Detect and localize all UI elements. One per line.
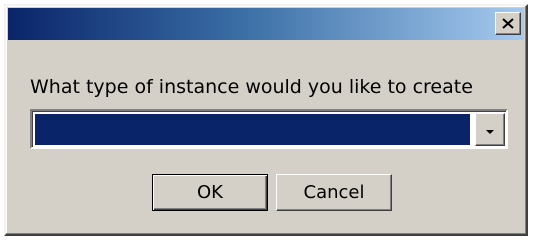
instance-type-prompt: What type of instance would you like to … (30, 76, 473, 98)
close-button[interactable] (495, 12, 521, 35)
instance-type-dropdown[interactable] (30, 109, 508, 149)
instance-type-selected-value[interactable] (35, 114, 470, 145)
close-icon (502, 14, 514, 33)
cancel-button[interactable]: Cancel (276, 174, 392, 211)
chevron-down-icon (485, 120, 495, 139)
combo-frame (32, 111, 506, 147)
title-bar[interactable] (8, 8, 524, 40)
dropdown-button[interactable] (475, 113, 505, 146)
create-instance-dialog: What type of instance would you like to … (4, 4, 528, 236)
ok-button[interactable]: OK (152, 174, 268, 211)
